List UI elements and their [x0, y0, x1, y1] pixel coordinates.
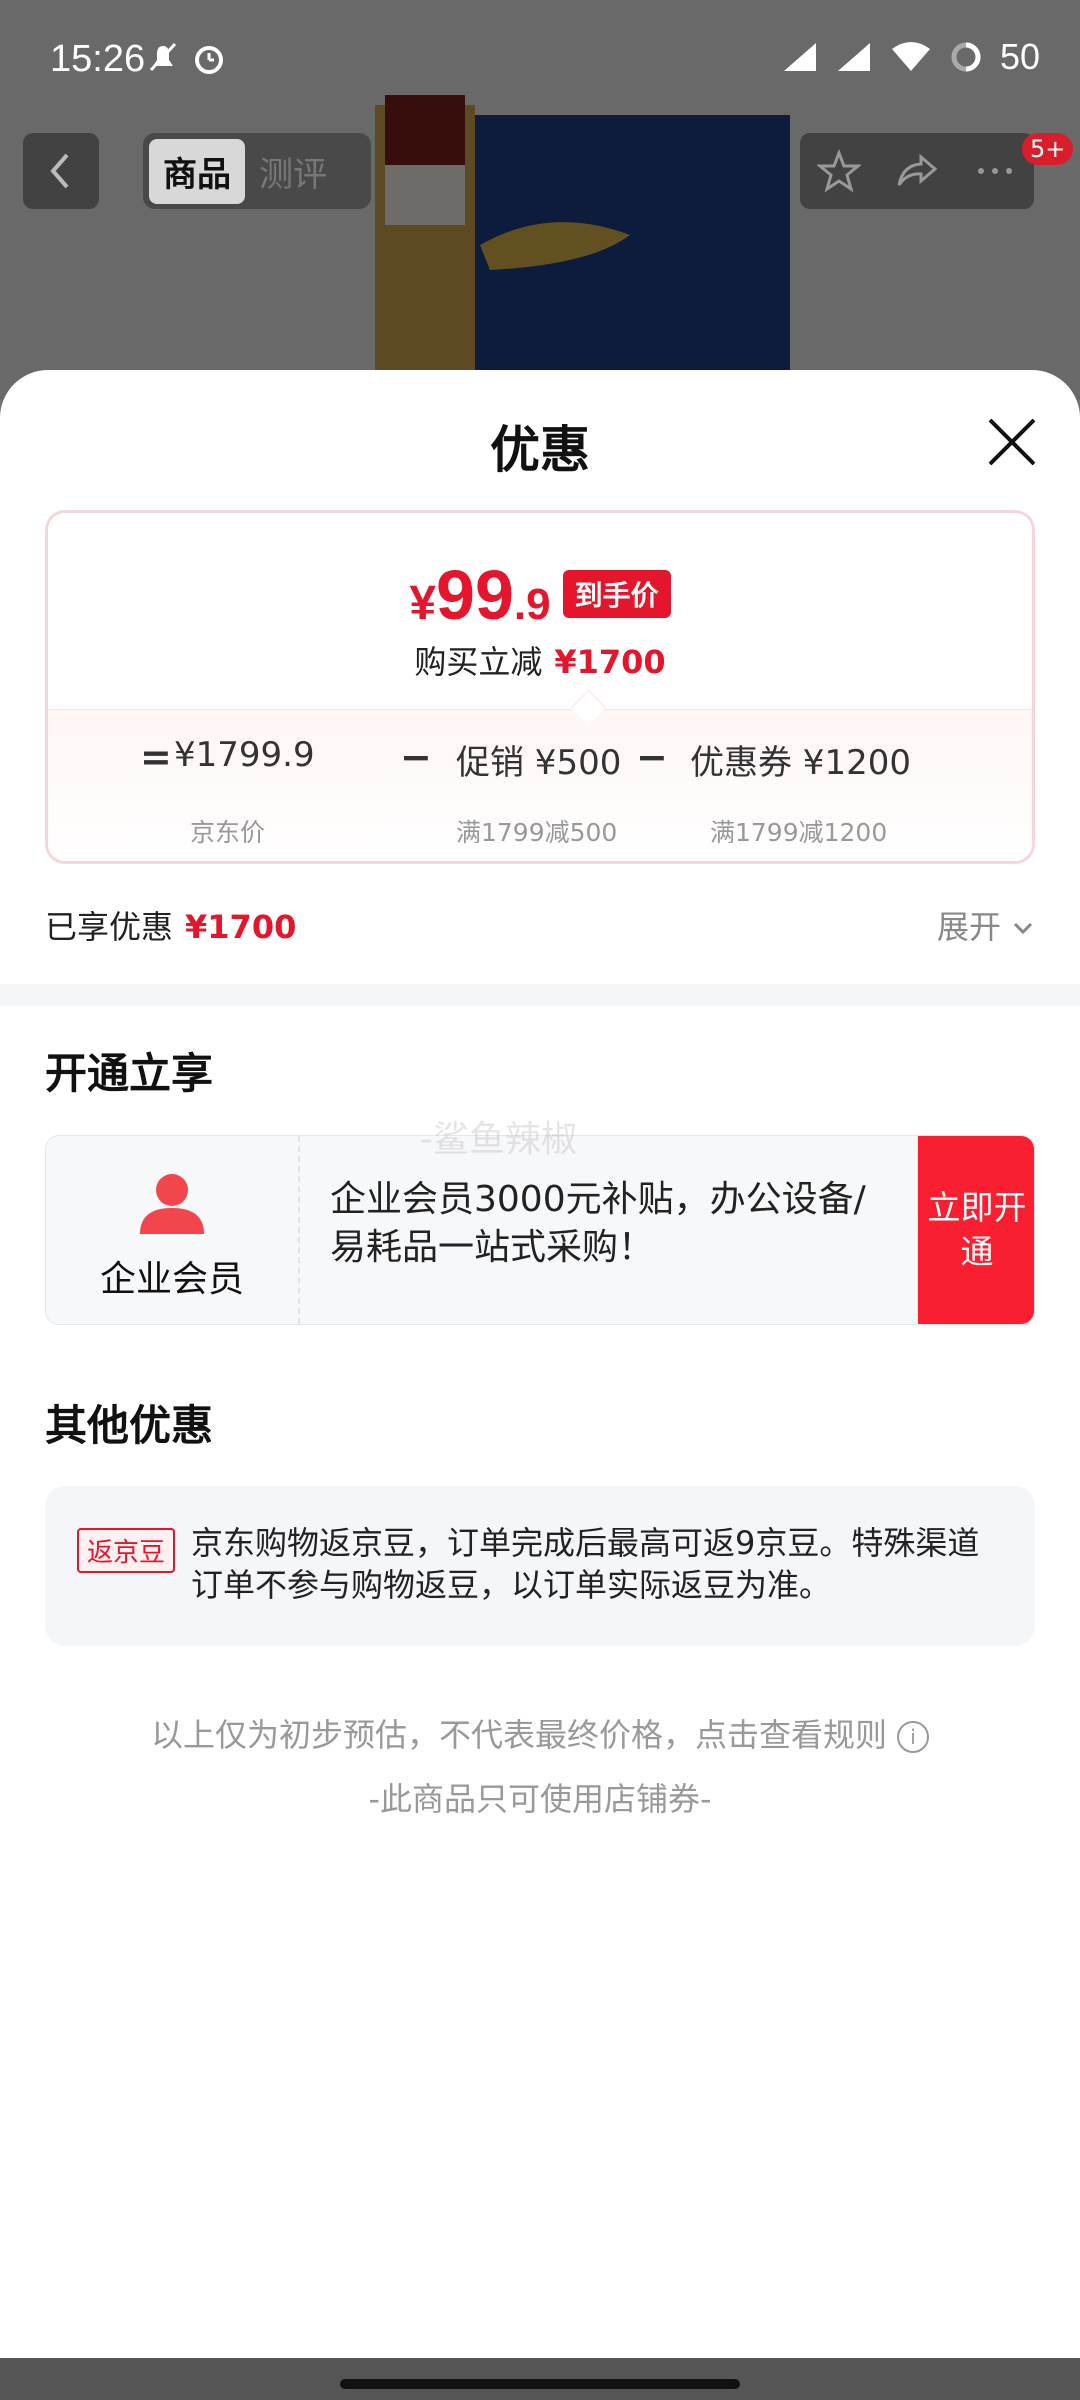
battery-level: 50 [999, 36, 1040, 77]
watermark: -鲨鱼辣椒 [420, 1119, 577, 1160]
price-top: ¥99.9 到手价 购买立减 ¥1700 [48, 513, 1032, 709]
promo-amount: 促销 ¥500 [456, 743, 622, 783]
back-button[interactable] [23, 133, 99, 209]
member-card[interactable]: 企业会员 企业会员3000元补贴，办公设备/易耗品一站式采购！ 立即开通 [45, 1135, 1035, 1325]
chevron-left-icon [50, 153, 69, 189]
status-bar: 15:26 50 [0, 0, 1080, 120]
person-icon [140, 1174, 204, 1234]
member-description: 企业会员3000元补贴，办公设备/易耗品一站式采购！ [330, 1179, 866, 1268]
equals-sign: = [140, 735, 172, 779]
estimate-text: 以上仅为初步预估，不代表最终价格，点击查看规则 [150, 1716, 887, 1754]
estimate-note[interactable]: 以上仅为初步预估，不代表最终价格，点击查看规则 i [0, 1710, 1080, 1756]
final-price: ¥99.9 到手价 [48, 555, 1032, 635]
price-decimal: .9 [513, 580, 551, 629]
share-icon[interactable] [895, 149, 939, 193]
reduce-line: 购买立减 ¥1700 [48, 637, 1032, 683]
wifi-icon [891, 42, 930, 71]
signal-icon [783, 43, 816, 71]
price-integer: 99 [436, 556, 514, 634]
enjoyed-value: ¥1700 [185, 908, 297, 946]
promo-rule: 满1799减500 [456, 818, 618, 847]
open-section-title: 开通立享 [45, 1049, 214, 1098]
expand-button[interactable]: 展开 [937, 902, 1035, 948]
store-coupon-note: -此商品只可使用店铺券- [368, 1780, 712, 1818]
open-now-button[interactable]: 立即开通 [918, 1136, 1034, 1324]
top-actions [800, 133, 1034, 209]
battery-icon [951, 42, 981, 72]
close-icon[interactable] [984, 414, 1040, 470]
sheet-title: 优惠 [490, 421, 590, 479]
status-time: 15:26 [50, 38, 146, 80]
tab-review[interactable]: 测评 [245, 139, 341, 204]
star-icon[interactable] [817, 149, 861, 193]
bean-tag: 返京豆 [77, 1528, 176, 1573]
more-icon[interactable] [973, 149, 1017, 193]
signal-icon-2 [837, 43, 870, 71]
minus-sign-1: − [400, 735, 432, 779]
top-tabs: 商品 测评 [143, 133, 371, 209]
info-icon: i [897, 1721, 929, 1753]
message-badge: 5+ [1022, 133, 1074, 165]
section-divider [0, 984, 1080, 1006]
coupon-rule: 满1799减1200 [710, 818, 888, 847]
discount-sheet: 优惠 ¥99.9 到手价 购买立减 ¥1700 = ¥1799.9 京东价 − 促销… [0, 370, 1080, 2400]
silent-bell-icon [149, 42, 177, 72]
enjoyed-label: 已享优惠 [45, 908, 174, 946]
member-label: 企业会员 [99, 1259, 244, 1300]
currency-symbol: ¥ [409, 577, 437, 630]
chevron-down-icon [1014, 922, 1033, 935]
alarm-icon [195, 46, 223, 74]
status-right: 50 [782, 36, 1040, 78]
coupon-amount: 优惠券 ¥1200 [690, 743, 911, 783]
expand-label: 展开 [937, 908, 1002, 946]
member-left: 企业会员 [46, 1136, 300, 1324]
minus-sign-2: − [636, 735, 668, 779]
jd-price-label: 京东价 [190, 818, 266, 847]
final-price-tag: 到手价 [562, 570, 671, 618]
tab-product[interactable]: 商品 [149, 138, 245, 204]
price-card: ¥99.9 到手价 购买立减 ¥1700 = ¥1799.9 京东价 − 促销 ¥5… [45, 510, 1035, 864]
other-section-title: 其他优惠 [45, 1401, 214, 1450]
bean-rebate-text: 京东购物返京豆，订单完成后最高可返9京豆。特殊渠道订单不参与购物返豆，以订单实际… [191, 1524, 980, 1604]
jd-price: ¥1799.9 [174, 735, 315, 775]
reduce-value: ¥1700 [554, 643, 666, 681]
bean-rebate-card: 返京豆 京东购物返京豆，订单完成后最高可返9京豆。特殊渠道订单不参与购物返豆，以… [45, 1486, 1035, 1646]
enjoyed-discount: 已享优惠 ¥1700 [45, 902, 296, 948]
reduce-label: 购买立减 [414, 643, 543, 681]
status-left-icons [145, 40, 227, 76]
home-indicator[interactable] [340, 2379, 740, 2389]
